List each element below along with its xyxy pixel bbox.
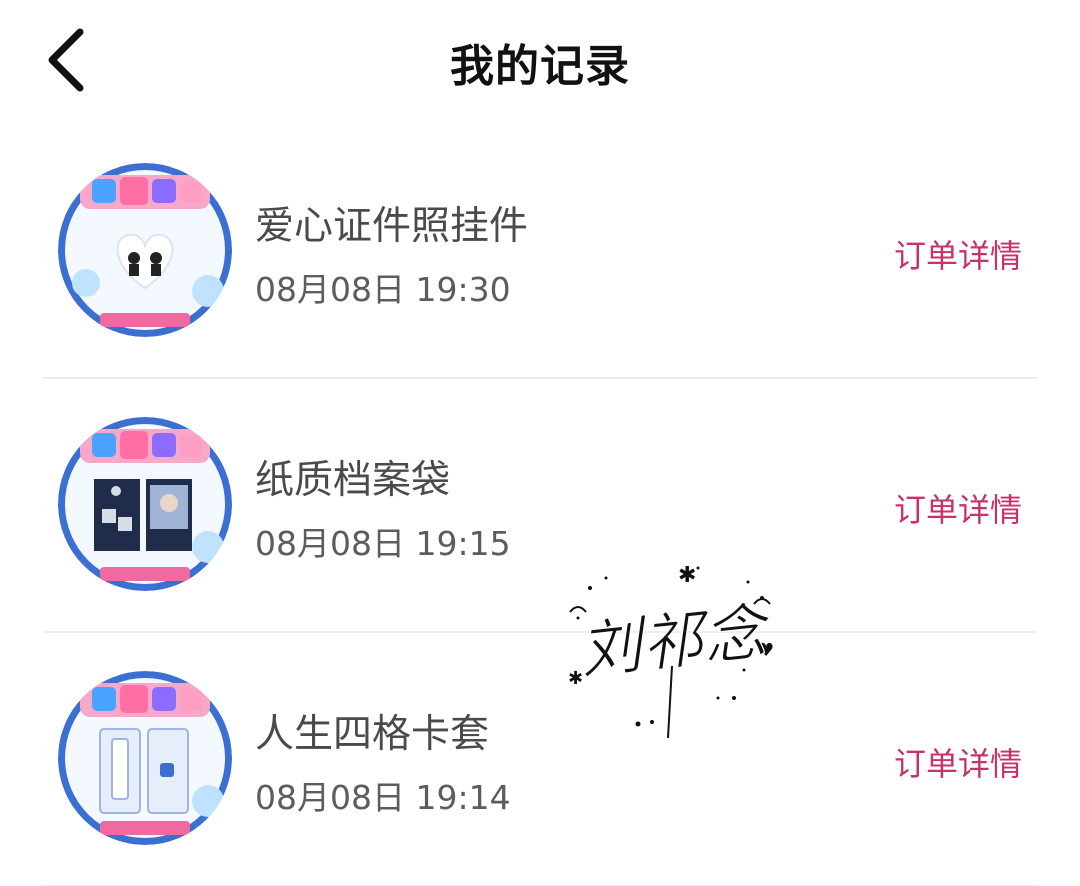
record-name: 爱心证件照挂件	[255, 204, 529, 249]
paper-file-bag-thumbnail[interactable]	[58, 417, 232, 591]
svg-text:✱: ✱	[678, 563, 696, 588]
watermark-text: 刘祁念	[576, 595, 776, 688]
record-name: 纸质档案袋	[255, 458, 451, 503]
record-time: 08月08日 19:30	[255, 270, 511, 309]
my-records-screen: 我的记录 爱心证件照挂件 08月08日 19:30 订单详情 纸质档案袋 08月…	[0, 0, 1080, 886]
record-item: 人生四格卡套 08月08日 19:14 订单详情	[0, 633, 1080, 886]
record-list: 爱心证件照挂件 08月08日 19:30 订单详情 纸质档案袋 08月08日 1…	[0, 125, 1080, 886]
record-time: 08月08日 19:15	[255, 524, 511, 563]
record-item: 爱心证件照挂件 08月08日 19:30 订单详情	[0, 125, 1080, 379]
svg-text:✱: ✱	[568, 668, 583, 689]
heart-badge-keychain-thumbnail[interactable]	[58, 163, 232, 337]
record-name: 人生四格卡套	[255, 712, 490, 757]
record-item: 纸质档案袋 08月08日 19:15 订单详情	[0, 379, 1080, 633]
record-time: 08月08日 19:14	[255, 778, 511, 817]
order-detail-link[interactable]: 订单详情	[894, 231, 1022, 277]
signature-watermark: ✱ ✱ ♥ 刘祁念	[548, 548, 798, 748]
order-detail-link[interactable]: 订单详情	[894, 739, 1022, 785]
page-title: 我的记录	[450, 41, 630, 92]
order-detail-link[interactable]: 订单详情	[894, 485, 1022, 531]
photo-card-sleeve-thumbnail[interactable]	[58, 671, 232, 845]
navigation-bar: 我的记录	[0, 0, 1080, 120]
